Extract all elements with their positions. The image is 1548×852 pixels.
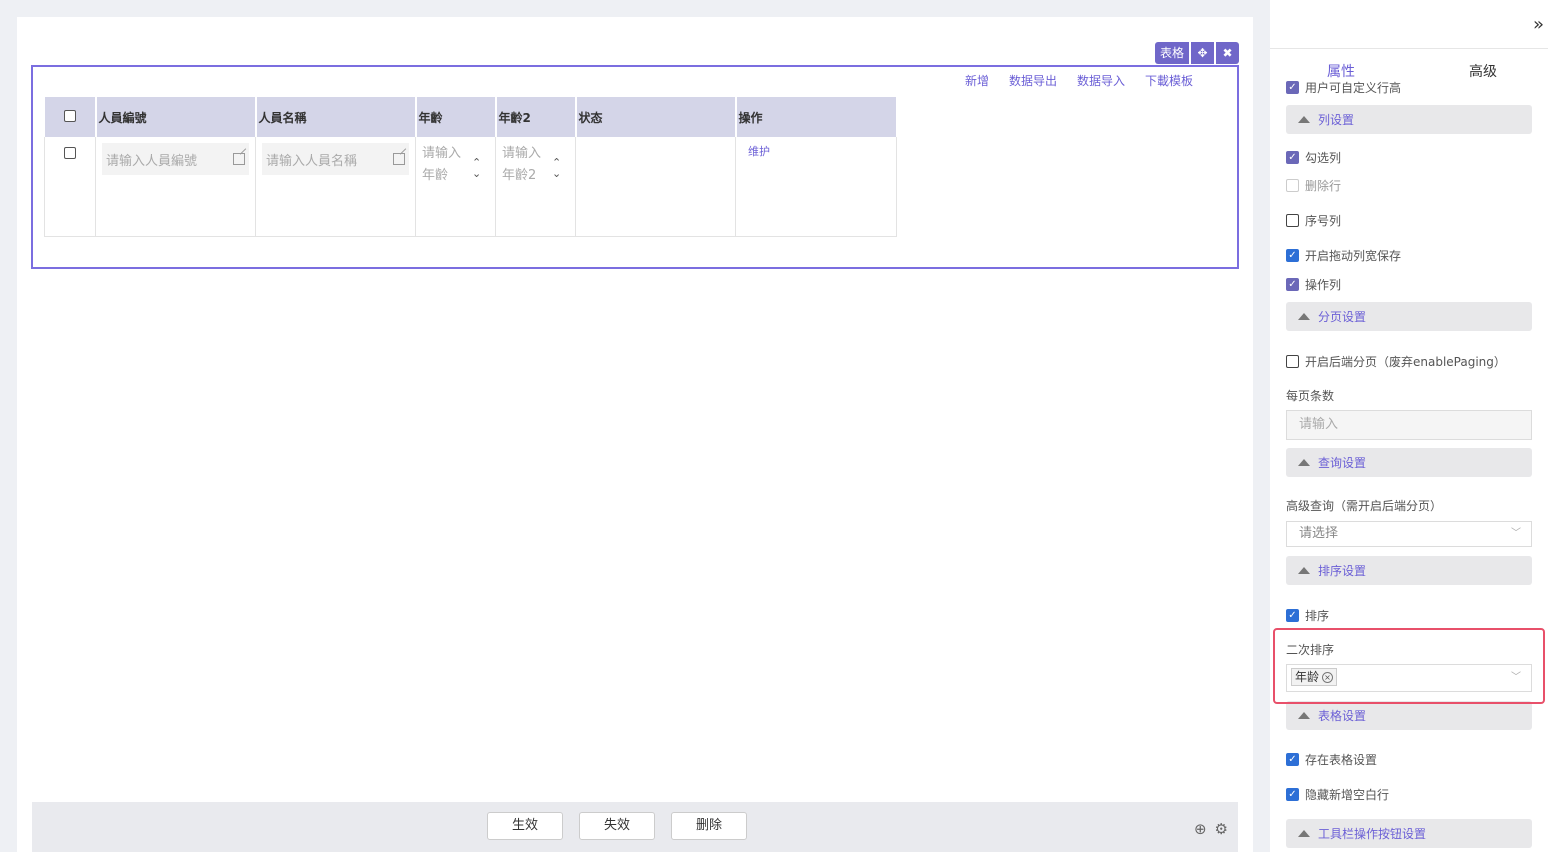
age2-placeholder: 请输入年齡2 xyxy=(502,146,542,183)
collapse-triangle-icon xyxy=(1298,459,1310,466)
activate-button[interactable]: 生效 xyxy=(487,812,563,840)
column-header[interactable]: 操作 xyxy=(735,97,898,137)
double-chevron-right-icon[interactable]: » xyxy=(1533,14,1544,35)
checkbox[interactable]: ✓ xyxy=(1286,753,1299,766)
download-template-link[interactable]: 下載模板 xyxy=(1145,72,1193,89)
export-link[interactable]: 数据导出 xyxy=(1009,72,1057,89)
index-column-option[interactable]: 序号列 xyxy=(1286,212,1341,229)
checkbox[interactable] xyxy=(1286,214,1299,227)
table-settings-section[interactable]: 表格设置 xyxy=(1286,701,1532,730)
select-all-cell xyxy=(44,97,97,137)
hide-blank-row-option[interactable]: ✓ 隐藏新增空白行 xyxy=(1286,786,1389,803)
name-cell: 请输入人員名稱 xyxy=(255,137,416,237)
widget-type-tag[interactable]: 表格 xyxy=(1155,42,1190,64)
edit-icon xyxy=(393,153,405,165)
sort-option[interactable]: ✓ 排序 xyxy=(1286,607,1329,624)
checkbox[interactable]: ✓ xyxy=(1286,249,1299,262)
tab-advanced[interactable]: 高级 xyxy=(1469,61,1497,81)
table-header-row: 人員編號 人員名稱 年齡 年齡2 状态 操作 xyxy=(44,97,898,137)
add-circle-icon[interactable]: ⊕ xyxy=(1194,820,1207,838)
page-size-label: 每页条数 xyxy=(1286,389,1335,403)
name-input[interactable]: 请输入人員名稱 xyxy=(262,143,409,175)
paging-settings-section[interactable]: 分页设置 xyxy=(1286,302,1532,331)
column-header[interactable]: 状态 xyxy=(575,97,737,137)
table-toolbar-links: 新增 数据导出 数据导入 下載模板 xyxy=(965,72,1193,89)
age2-cell: 请输入年齡2 ⌃ ⌄ xyxy=(495,137,576,237)
age-placeholder: 请输入年齡 xyxy=(422,146,462,183)
table-row: 请输入人員編號 请输入人員名稱 请输入年齡 ⌃ ⌄ 请输入年齡2 ⌃ ⌄ 维护 xyxy=(44,137,897,237)
code-input[interactable]: 请输入人員編號 xyxy=(102,143,249,175)
stepper-icon[interactable]: ⌃ ⌄ xyxy=(552,157,561,187)
age-cell: 请输入年齡 ⌃ ⌄ xyxy=(415,137,496,237)
select-all-checkbox[interactable] xyxy=(63,109,76,122)
toolbar-button-settings-section[interactable]: 工具栏操作按钮设置 xyxy=(1286,819,1532,848)
collapse-triangle-icon xyxy=(1298,313,1310,320)
drag-column-save-option[interactable]: ✓ 开启拖动列宽保存 xyxy=(1286,247,1401,264)
action-column-option[interactable]: ✓ 操作列 xyxy=(1286,276,1341,293)
action-cell: 维护 xyxy=(735,137,897,237)
status-cell xyxy=(575,137,736,237)
collapse-triangle-icon xyxy=(1298,116,1310,123)
maintain-link[interactable]: 维护 xyxy=(742,145,770,158)
delete-row-option[interactable]: 删除行 xyxy=(1286,177,1341,194)
query-settings-section[interactable]: 查询设置 xyxy=(1286,448,1532,477)
import-link[interactable]: 数据导入 xyxy=(1077,72,1125,89)
tab-properties[interactable]: 属性 xyxy=(1327,61,1355,81)
footer-bar: 生效 失效 删除 ⊕ ⚙ xyxy=(32,802,1238,852)
checkbox[interactable]: ✓ xyxy=(1286,278,1299,291)
table-widget[interactable]: 新增 数据导出 数据导入 下載模板 人員編號 人員名稱 年齡 年齡2 状态 操作 xyxy=(31,65,1239,269)
checkbox[interactable] xyxy=(1286,179,1299,192)
advanced-query-label: 高级查询（需开启后端分页） xyxy=(1286,499,1443,513)
close-icon[interactable]: ✖ xyxy=(1216,42,1240,64)
column-header[interactable]: 人員編號 xyxy=(95,97,257,137)
column-header[interactable]: 年齡2 xyxy=(495,97,577,137)
highlight-box xyxy=(1273,628,1545,704)
edit-icon xyxy=(233,153,245,165)
checkbox[interactable]: ✓ xyxy=(1286,609,1299,622)
deactivate-button[interactable]: 失效 xyxy=(579,812,655,840)
advanced-query-select[interactable]: 请选择 ﹀ xyxy=(1286,521,1532,547)
code-cell: 请输入人員編號 xyxy=(95,137,256,237)
page-size-input[interactable]: 请输入 xyxy=(1286,410,1532,440)
row-checkbox[interactable] xyxy=(64,147,76,159)
row-select-cell xyxy=(44,137,96,237)
chevron-down-icon: ﹀ xyxy=(1511,528,1521,539)
collapse-triangle-icon xyxy=(1298,712,1310,719)
data-table: 人員編號 人員名稱 年齡 年齡2 状态 操作 请输入人員編號 请输入人員名稱 请… xyxy=(44,97,898,237)
panel-tabs: 属性 高级 xyxy=(1270,48,1548,80)
name-placeholder: 请输入人員名稱 xyxy=(266,153,358,169)
column-header[interactable]: 人員名稱 xyxy=(255,97,417,137)
checkbox[interactable] xyxy=(1286,355,1299,368)
sort-settings-section[interactable]: 排序设置 xyxy=(1286,556,1532,585)
checkbox[interactable]: ✓ xyxy=(1286,81,1299,94)
column-header[interactable]: 年齡 xyxy=(415,97,497,137)
custom-row-height-option[interactable]: ✓ 用户可自定义行高 xyxy=(1286,79,1401,96)
checkbox[interactable]: ✓ xyxy=(1286,151,1299,164)
stepper-icon[interactable]: ⌃ ⌄ xyxy=(472,157,481,187)
delete-button[interactable]: 删除 xyxy=(671,812,747,840)
widget-toolbar: 表格 ✥ ✖ xyxy=(1155,42,1240,64)
properties-panel: » 属性 高级 ✓ 用户可自定义行高 列设置 ✓ 勾选列 删除行 序号列 ✓ 开… xyxy=(1270,0,1548,852)
add-link[interactable]: 新增 xyxy=(965,72,989,89)
age-input[interactable]: 请输入年齡 ⌃ ⌄ xyxy=(422,143,489,187)
age2-input[interactable]: 请输入年齡2 ⌃ ⌄ xyxy=(502,143,569,187)
save-table-settings-option[interactable]: ✓ 存在表格设置 xyxy=(1286,751,1377,768)
checkbox-column-option[interactable]: ✓ 勾选列 xyxy=(1286,149,1341,166)
column-settings-section[interactable]: 列设置 xyxy=(1286,105,1532,134)
collapse-triangle-icon xyxy=(1298,830,1310,837)
checkbox[interactable]: ✓ xyxy=(1286,788,1299,801)
collapse-triangle-icon xyxy=(1298,567,1310,574)
code-placeholder: 请输入人員編號 xyxy=(106,153,198,169)
settings-icon[interactable]: ⚙ xyxy=(1215,820,1228,838)
move-icon[interactable]: ✥ xyxy=(1191,42,1215,64)
backend-paging-option[interactable]: 开启后端分页（废弃enablePaging） xyxy=(1286,353,1506,370)
